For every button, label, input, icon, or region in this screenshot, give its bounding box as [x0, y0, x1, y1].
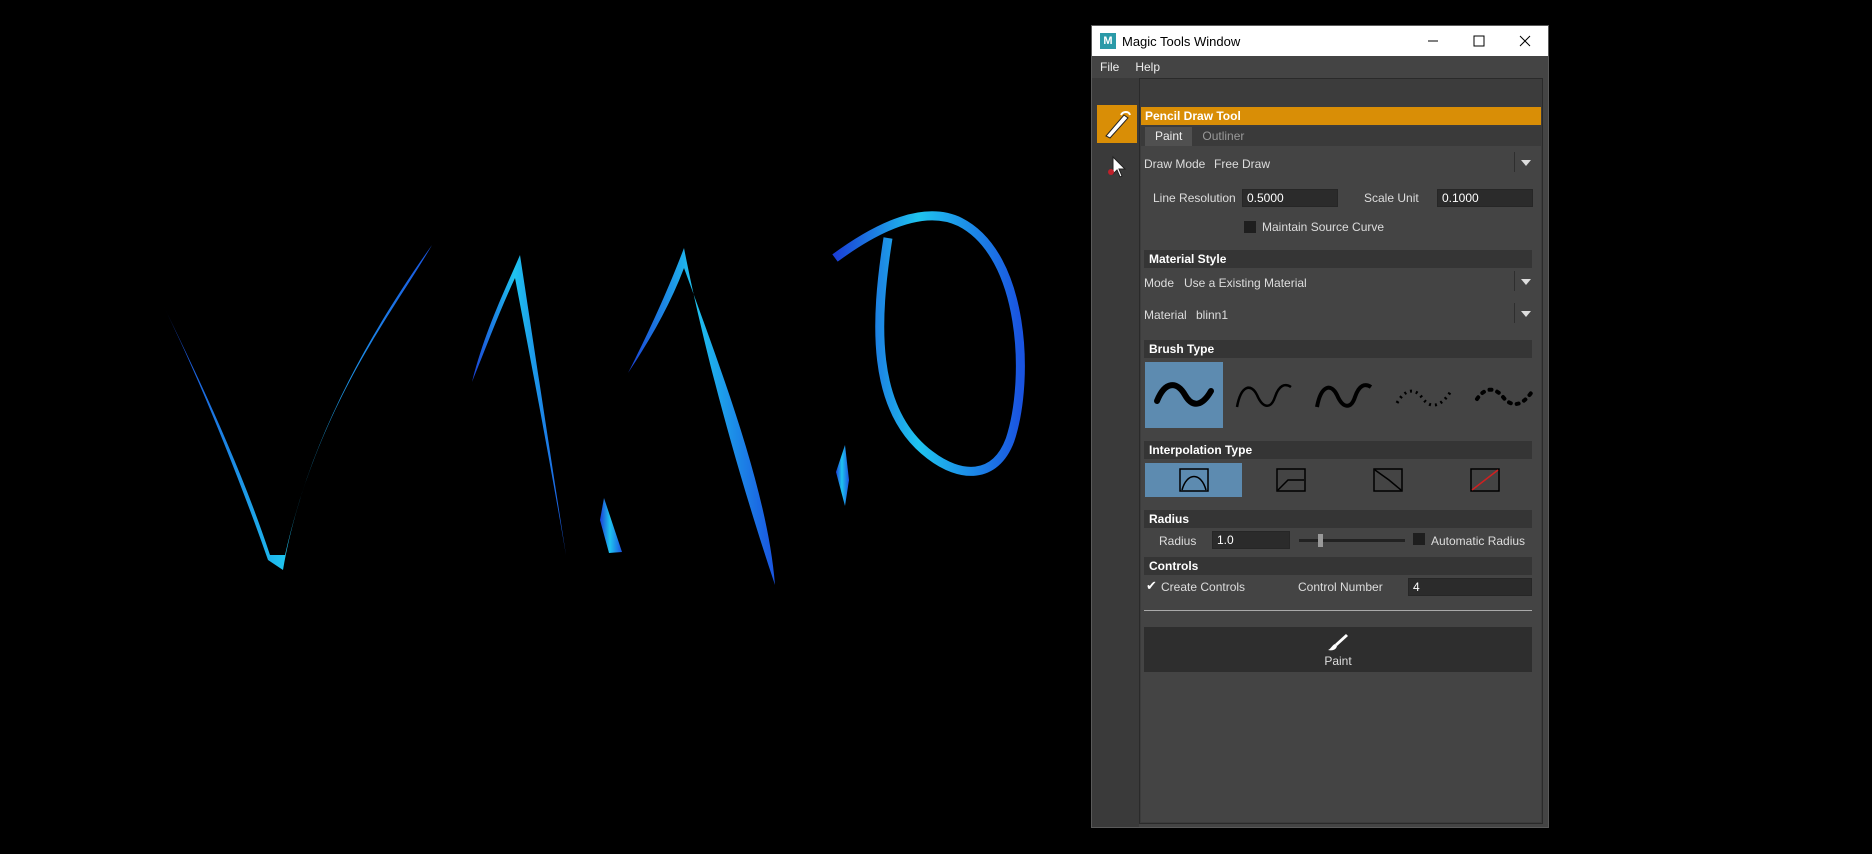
material-dropdown[interactable]: blinn1	[1196, 308, 1228, 322]
viewport-canvas[interactable]	[0, 0, 1090, 851]
mode-label: Mode	[1144, 276, 1175, 290]
brush-option-dots[interactable]	[1465, 362, 1543, 428]
menu-file[interactable]: File	[1092, 60, 1127, 74]
interp-option-linear[interactable]	[1242, 463, 1339, 497]
painted-strokes	[163, 211, 1025, 585]
interp-option-curve[interactable]	[1145, 463, 1242, 497]
create-controls-checkbox[interactable]: ✔	[1146, 579, 1157, 592]
brush-option-taper[interactable]	[1305, 362, 1383, 428]
material-separator	[1514, 303, 1515, 323]
paint-brush-icon	[1328, 633, 1348, 650]
stroke-dot-2	[836, 445, 849, 506]
draw-mode-dropdown[interactable]: Free Draw	[1214, 157, 1270, 171]
select-cursor-icon	[1108, 155, 1127, 178]
stroke-1b	[628, 248, 775, 585]
tool-panel: Pencil Draw Tool Paint Outliner Draw Mod…	[1139, 78, 1543, 824]
brush-option-thin[interactable]	[1225, 362, 1303, 428]
automatic-radius-checkbox[interactable]	[1413, 533, 1425, 545]
chevron-down-icon[interactable]	[1521, 311, 1531, 317]
create-controls-label: Create Controls	[1161, 580, 1246, 594]
select-tool-button[interactable]	[1097, 147, 1137, 185]
stroke-dot-1	[600, 498, 622, 553]
radius-field[interactable]: 1.0	[1212, 531, 1290, 549]
brush-type-header[interactable]: Brush Type	[1144, 340, 1532, 358]
brush-dots-icon	[1475, 387, 1533, 406]
scale-unit-label: Scale Unit	[1364, 191, 1419, 205]
paint-button-label: Paint	[1324, 653, 1352, 668]
material-style-header[interactable]: Material Style	[1144, 250, 1532, 268]
menu-bar: File Help	[1092, 56, 1548, 78]
title-bar[interactable]: M Magic Tools Window	[1092, 26, 1548, 56]
draw-mode-separator	[1514, 152, 1515, 172]
maximize-icon[interactable]	[1456, 26, 1502, 56]
tab-outliner[interactable]: Outliner	[1192, 127, 1254, 146]
chevron-down-icon[interactable]	[1521, 279, 1531, 285]
radius-header[interactable]: Radius	[1144, 510, 1532, 528]
interp-option-step[interactable]	[1339, 463, 1436, 497]
controls-header[interactable]: Controls	[1144, 557, 1532, 575]
brush-solid-icon	[1154, 382, 1214, 407]
tab-bar: Paint Outliner	[1141, 127, 1541, 146]
menu-help[interactable]: Help	[1127, 60, 1168, 74]
section-divider	[1144, 610, 1532, 611]
maintain-source-curve-label: Maintain Source Curve	[1262, 220, 1385, 234]
close-icon[interactable]	[1502, 26, 1548, 56]
stroke-0	[832, 211, 1025, 476]
draw-mode-label: Draw Mode	[1144, 157, 1206, 171]
automatic-radius-label: Automatic Radius	[1431, 534, 1526, 548]
paint-tab-content: Draw Mode Free Draw Line Resolution 0.50…	[1141, 146, 1541, 822]
brush-taper-icon	[1315, 383, 1373, 408]
interp-none-icon	[1469, 468, 1500, 492]
control-number-label: Control Number	[1298, 580, 1383, 594]
brush-option-dotted[interactable]	[1385, 362, 1463, 428]
paint-button[interactable]: Paint	[1144, 627, 1532, 672]
control-number-field[interactable]: 4	[1408, 578, 1532, 596]
magic-tools-window: M Magic Tools Window File Help Pencil Dr…	[1091, 25, 1549, 828]
radius-slider[interactable]	[1299, 539, 1405, 542]
interp-step-icon	[1372, 468, 1403, 492]
brush-option-solid[interactable]	[1145, 362, 1223, 428]
line-resolution-field[interactable]: 0.5000	[1242, 189, 1338, 207]
maintain-source-curve-checkbox[interactable]	[1244, 221, 1256, 233]
tool-header: Pencil Draw Tool	[1141, 107, 1541, 125]
tool-sidebar	[1092, 78, 1139, 827]
stroke-1a	[472, 255, 566, 555]
brush-dotted-icon	[1395, 389, 1453, 407]
brush-thin-icon	[1235, 383, 1292, 408]
minimize-icon[interactable]	[1410, 26, 1456, 56]
radius-label: Radius	[1159, 534, 1197, 548]
interp-linear-icon	[1275, 468, 1306, 492]
chevron-down-icon[interactable]	[1521, 160, 1531, 166]
pencil-tool-button[interactable]	[1097, 105, 1137, 143]
scale-unit-field[interactable]: 0.1000	[1437, 189, 1533, 207]
mode-separator	[1514, 271, 1515, 291]
interp-option-none[interactable]	[1436, 463, 1533, 497]
tab-paint[interactable]: Paint	[1145, 127, 1193, 146]
interpolation-type-header[interactable]: Interpolation Type	[1144, 441, 1532, 459]
stroke-v	[163, 245, 432, 570]
app-logo-icon: M	[1100, 33, 1116, 49]
window-title: Magic Tools Window	[1122, 33, 1241, 49]
mode-dropdown[interactable]: Use a Existing Material	[1184, 276, 1307, 290]
material-label: Material	[1144, 308, 1187, 322]
radius-slider-thumb[interactable]	[1318, 534, 1324, 547]
interp-curve-icon	[1178, 468, 1209, 492]
line-resolution-label: Line Resolution	[1153, 191, 1236, 205]
pencil-icon	[1105, 111, 1131, 139]
